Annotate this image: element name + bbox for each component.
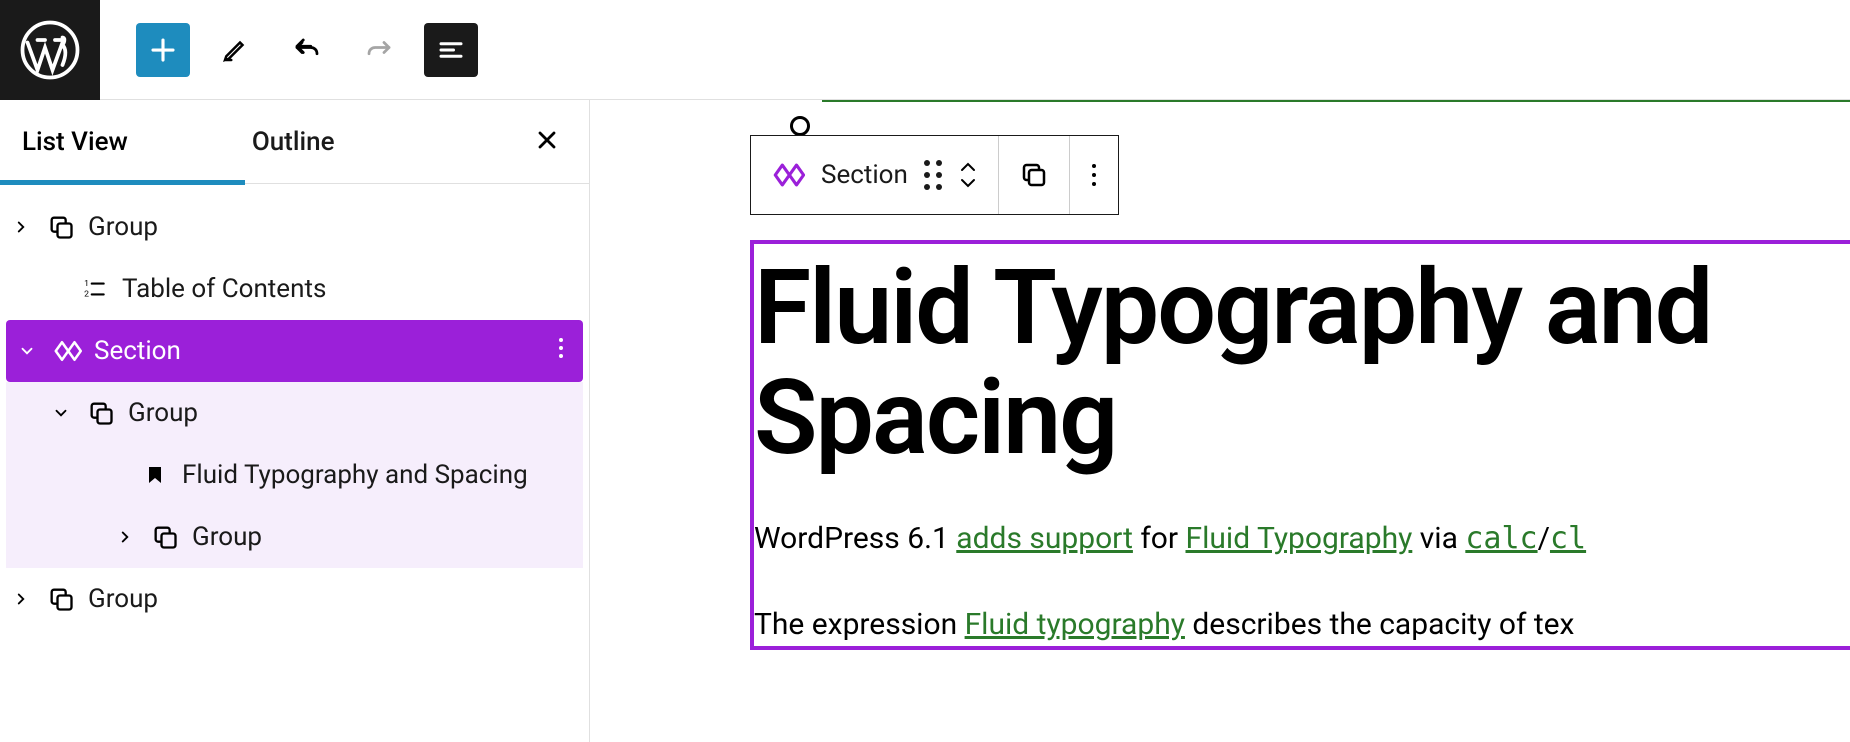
pencil-icon (220, 35, 250, 65)
copy-icon (1019, 160, 1049, 190)
move-updown[interactable] (958, 160, 978, 190)
partial-link-above (822, 100, 1850, 102)
vertical-dots-icon (557, 336, 565, 360)
tab-list-view[interactable]: List View (0, 100, 150, 184)
bookmark-icon (136, 463, 174, 487)
top-tools (100, 23, 478, 77)
edit-button[interactable] (208, 23, 262, 77)
tree-item-group-inner[interactable]: Group (6, 506, 583, 568)
copy-segment[interactable] (999, 136, 1070, 214)
document-overview-button[interactable] (424, 23, 478, 77)
selected-block-outline: Fluid Typography and Spacing WordPress 6… (750, 240, 1850, 650)
chevron-down-icon (958, 176, 978, 190)
chevron-down-icon[interactable] (40, 404, 82, 422)
chevron-right-icon[interactable] (104, 528, 146, 546)
chevron-up-icon (958, 160, 978, 174)
section-icon (48, 336, 86, 366)
block-tree: Group 12 Table of Contents Section Group… (0, 184, 589, 630)
svg-text:2: 2 (84, 290, 89, 300)
post-heading[interactable]: Fluid Typography and Spacing (754, 254, 1850, 474)
tree-item-label: Section (94, 336, 181, 366)
tree-item-label: Table of Contents (122, 274, 326, 304)
active-tab-underline (0, 180, 245, 185)
drag-handle[interactable] (924, 160, 942, 190)
paragraph-2[interactable]: The expression Fluid typography describe… (754, 604, 1850, 646)
tree-item-label: Group (88, 212, 158, 242)
tree-item-section-selected[interactable]: Section (6, 320, 583, 382)
chevron-right-icon[interactable] (0, 218, 42, 236)
tree-item-heading[interactable]: Fluid Typography and Spacing (6, 444, 583, 506)
tree-item-label: Fluid Typography and Spacing (182, 460, 528, 490)
close-icon (533, 126, 561, 154)
group-icon (146, 523, 184, 551)
link-fluid-typography[interactable]: Fluid Typography (1186, 521, 1413, 556)
document-overview-sidebar: List View Outline Group 12 Table of Cont… (0, 100, 590, 742)
block-type-segment[interactable]: Section (751, 136, 999, 214)
tree-item-group-bottom[interactable]: Group (0, 568, 589, 630)
list-toggle-icon (436, 35, 466, 65)
undo-icon (290, 35, 324, 65)
tree-item-toc[interactable]: 12 Table of Contents (0, 258, 589, 320)
group-icon (82, 399, 120, 427)
tree-item-group-top[interactable]: Group (0, 196, 589, 258)
block-type-label: Section (821, 160, 908, 190)
chevron-down-icon[interactable] (6, 342, 48, 360)
group-icon (42, 213, 80, 241)
partial-bullet (790, 116, 810, 136)
redo-button[interactable] (352, 23, 406, 77)
undo-button[interactable] (280, 23, 334, 77)
add-block-button[interactable] (136, 23, 190, 77)
svg-text:1: 1 (84, 279, 89, 289)
close-sidebar-button[interactable] (533, 126, 561, 158)
toc-icon: 12 (76, 276, 114, 302)
link-calc[interactable]: calc (1465, 521, 1537, 556)
tab-outline[interactable]: Outline (230, 100, 357, 184)
paragraph-1[interactable]: WordPress 6.1 adds support for Fluid Typ… (754, 518, 1850, 560)
chevron-right-icon[interactable] (0, 590, 42, 608)
block-options-button[interactable] (1070, 136, 1118, 214)
wordpress-logo[interactable] (0, 0, 100, 100)
link-cl[interactable]: cl (1550, 521, 1586, 556)
tree-item-group-in-section[interactable]: Group (6, 382, 583, 444)
block-toolbar: Section (750, 135, 1119, 215)
wordpress-icon (20, 20, 80, 80)
vertical-dots-icon (1090, 162, 1098, 188)
plus-icon (148, 35, 178, 65)
top-toolbar (0, 0, 1850, 100)
redo-icon (362, 35, 396, 65)
link-fluid-typography-2[interactable]: Fluid typography (965, 607, 1185, 642)
link-adds-support[interactable]: adds support (956, 521, 1133, 556)
tree-item-label: Group (128, 398, 198, 428)
tree-item-label: Group (88, 584, 158, 614)
section-icon (771, 158, 805, 192)
tree-item-label: Group (192, 522, 262, 552)
sidebar-tabs: List View Outline (0, 100, 589, 184)
group-icon (42, 585, 80, 613)
editor-canvas: Section Fluid Typography and Spacing Wor… (590, 100, 1850, 742)
tree-item-options-button[interactable] (557, 336, 565, 367)
